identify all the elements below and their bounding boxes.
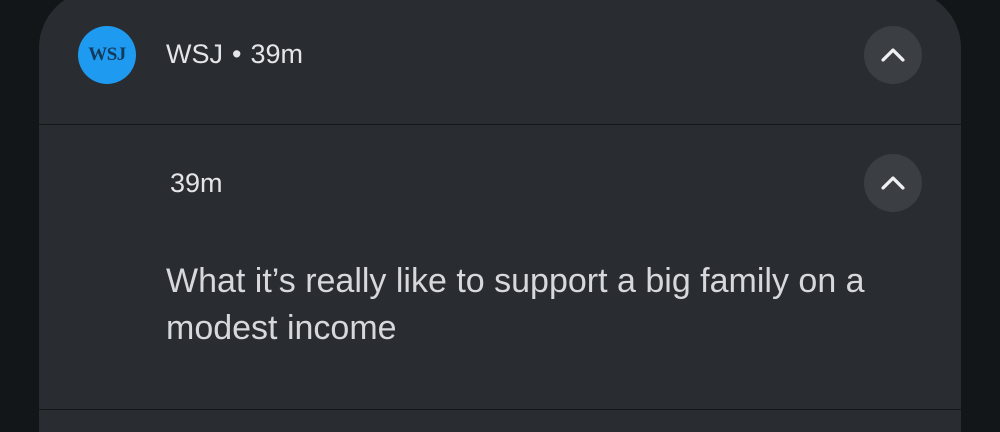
notification-shade: WSJ WSJ • 39m 39m What it’s really like to…: [0, 0, 1000, 432]
separator-dot: •: [232, 39, 242, 69]
collapse-group-button[interactable]: [864, 26, 922, 84]
notification-text: What it’s really like to support a big f…: [166, 262, 865, 347]
collapse-notification-button[interactable]: [864, 154, 922, 212]
wsj-app-icon: WSJ: [78, 26, 136, 84]
notification-header[interactable]: WSJ WSJ • 39m: [39, 0, 961, 114]
divider: [39, 409, 961, 410]
chevron-up-icon: [881, 48, 905, 62]
header-time: 39m: [250, 39, 303, 69]
child-notification[interactable]: 39m What it’s really like to support a b…: [39, 125, 961, 409]
child-time: 39m: [170, 168, 223, 198]
app-icon-label: WSJ: [88, 44, 126, 65]
app-name: WSJ: [166, 39, 223, 69]
header-text: WSJ • 39m: [166, 35, 303, 73]
chevron-up-icon: [881, 176, 905, 190]
notification-card[interactable]: WSJ WSJ • 39m 39m What it’s really like to…: [39, 0, 961, 432]
